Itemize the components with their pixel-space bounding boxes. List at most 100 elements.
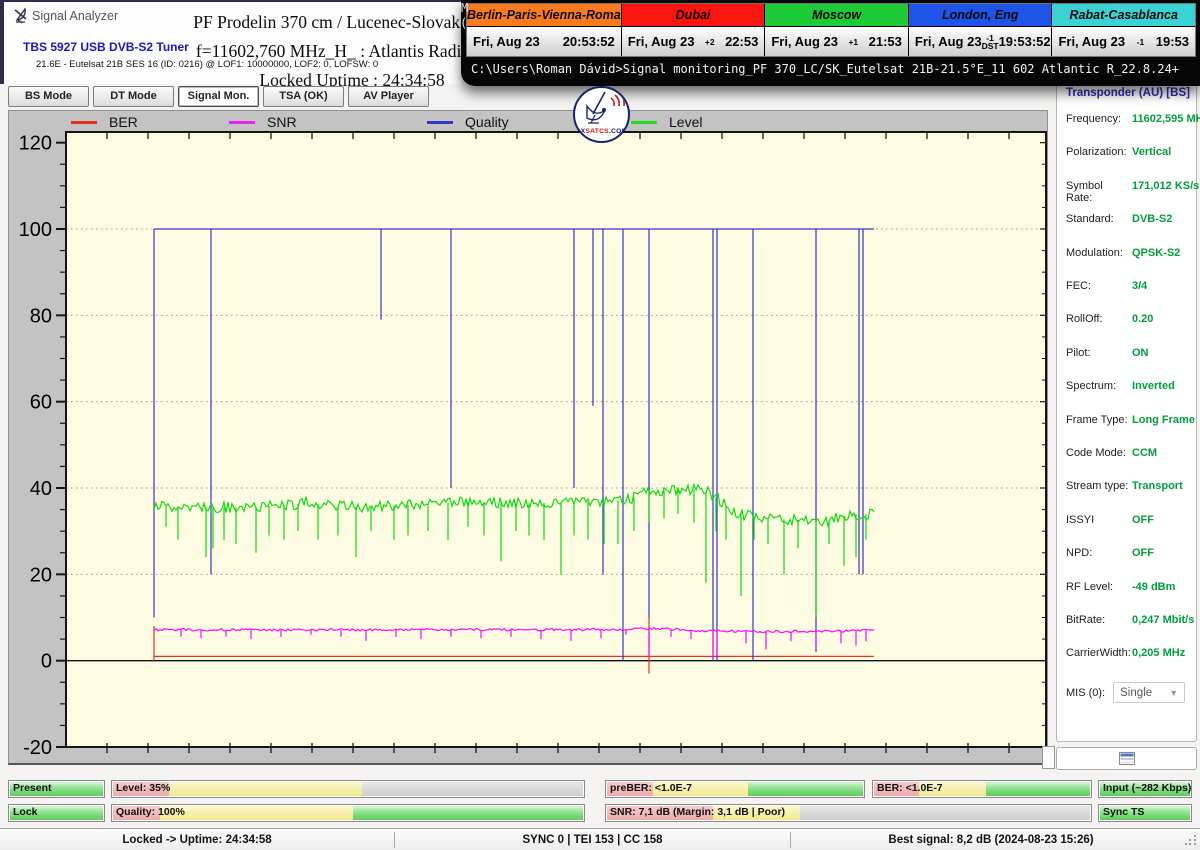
clock-time: 19:53 — [1156, 34, 1189, 49]
tab-bs-mode[interactable]: BS Mode — [8, 86, 89, 107]
clock-utc-offset: +1 — [838, 38, 869, 46]
chevron-down-icon: ▼ — [1169, 688, 1178, 698]
clock-rabat-casablanca: Rabat-CasablancaFri, Aug 23-119:53 — [1052, 4, 1195, 56]
svg-text:80: 80 — [30, 305, 52, 327]
signal-chart: 120100806040200-20 — [9, 111, 1047, 763]
svg-text:-20: -20 — [23, 737, 52, 759]
bar-label: Lock — [13, 806, 38, 818]
tp-value: 0,247 Mbit/s — [1132, 614, 1194, 626]
tp-label: RollOff: — [1066, 313, 1132, 325]
mis-dropdown[interactable]: Single ▼ — [1113, 682, 1185, 703]
dish-drawing-icon — [575, 88, 628, 128]
tp-label: Frame Type: — [1066, 414, 1132, 426]
tp-label: Frequency: — [1066, 113, 1132, 125]
tp-label: Standard: — [1066, 213, 1132, 225]
tp-row-frequency-: Frequency:11602,595 MHz — [1066, 113, 1191, 125]
tp-row-standard-: Standard:DVB-S2 — [1066, 213, 1191, 225]
tp-value: 0.20 — [1132, 313, 1191, 325]
clock-time: 19:53:52 — [999, 34, 1051, 49]
tp-label: Spectrum: — [1066, 380, 1132, 392]
tp-row-modulation-: Modulation:QPSK-S2 — [1066, 247, 1191, 259]
clock-city: London, Eng — [909, 4, 1052, 27]
world-clock-panel: Berlin-Paris-Vienna-Roma Fri, Aug 23 20:53… — [466, 3, 1196, 57]
hidden-text-fragment: ( — [460, 16, 467, 30]
clock-city: Dubai — [622, 4, 765, 27]
tp-row-fec-: FEC:3/4 — [1066, 280, 1191, 292]
mis-value: Single — [1120, 687, 1152, 699]
stream-info-button[interactable] — [1056, 747, 1197, 770]
bar-segment-green — [748, 782, 863, 796]
tp-value: DVB-S2 — [1132, 213, 1191, 225]
bar-fill — [113, 782, 583, 796]
tp-row-stream-type-: Stream type:Transport — [1066, 480, 1191, 492]
tp-row-carrierwidth-: CarrierWidth:0,205 MHz — [1066, 647, 1191, 659]
transponder-info-panel: Transponder (AU) [BS] Frequency:11602,59… — [1056, 78, 1197, 742]
statusbar: Locked -> Uptime: 24:34:58 SYNC 0 | TEI … — [0, 828, 1200, 850]
tp-value: OFF — [1132, 514, 1191, 526]
bar-snr-7-1-db-margin-3-1-db: SNR: 7,1 dB (Margin: 3,1 dB | Poor) — [605, 804, 1092, 822]
clock-city: Berlin-Paris-Vienna-Roma — [467, 4, 621, 27]
bar-input-282-kbps-: Input (~282 Kbps) — [1098, 780, 1192, 798]
tp-value: 0,205 MHz — [1132, 647, 1191, 659]
bar-ber-1-0e-7: BER: <1.0E-7 — [872, 780, 1092, 798]
tab-signal-mon-[interactable]: Signal Mon. — [178, 86, 259, 107]
console-prompt: C:\Users\Roman Dávid>Signal monitoring_P… — [471, 62, 1179, 76]
tab-dt-mode[interactable]: DT Mode — [93, 86, 174, 107]
caption-line2: f=11602,760 MHz_H_ : Atlantis Radio — [192, 37, 474, 66]
clock-dubai: DubaiFri, Aug 23+222:53 — [622, 4, 766, 56]
tp-label: RF Level: — [1066, 581, 1132, 593]
tp-label: Stream type: — [1066, 480, 1132, 492]
satellite-dish-icon — [13, 7, 30, 24]
bar-segment-green — [353, 806, 583, 820]
tp-row-polarization-: Polarization:Vertical — [1066, 146, 1191, 158]
bar-level-35-: Level: 35% — [111, 780, 585, 798]
tp-value: -49 dBm — [1132, 581, 1191, 593]
bar-preber-1-0e-7: preBER: <1.0E-7 — [605, 780, 865, 798]
bar-segment-yellow — [169, 782, 362, 796]
tp-label: Polarization: — [1066, 146, 1132, 158]
bar-label: Input (~282 Kbps) — [1103, 782, 1191, 794]
caption-line1: PF Prodelin 370 cm / Lucenec-Slovakia — [192, 8, 474, 37]
tab-tsa-ok-[interactable]: TSA (OK) — [263, 86, 344, 107]
dxsatcs-logo: DXSATCS.COM — [573, 86, 630, 143]
clock-utc-offset: -1DST — [982, 34, 999, 50]
svg-text:40: 40 — [30, 478, 52, 500]
tuner-name: TBS 5927 USB DVB-S2 Tuner — [23, 40, 189, 54]
statusbar-uptime: Locked -> Uptime: 24:34:58 — [0, 829, 394, 850]
bar-segment-gray — [800, 806, 1090, 820]
tp-value: CCM — [1132, 447, 1191, 459]
svg-text:0: 0 — [41, 651, 52, 673]
tab-av-player[interactable]: AV Player — [348, 86, 429, 107]
window-list-icon — [1119, 752, 1135, 765]
tp-label: BitRate: — [1066, 614, 1132, 626]
clock-moscow: MoscowFri, Aug 23+121:53 — [765, 4, 909, 56]
tp-label: NPD: — [1066, 547, 1132, 559]
tp-row-pilot-: Pilot:ON — [1066, 347, 1191, 359]
bar-lock: Lock — [8, 804, 105, 822]
clock-date: Fri, Aug 23 — [473, 34, 540, 49]
bar-label: Present — [13, 782, 52, 794]
tp-label: FEC: — [1066, 280, 1132, 292]
bar-segment-gray — [362, 782, 583, 796]
bar-label: Sync TS — [1103, 806, 1144, 818]
clock-date: Fri, Aug 23 — [771, 34, 838, 49]
app-window: Signal Analyzer TBS 5927 USB DVB-S2 Tune… — [0, 0, 1200, 850]
clock-city: Moscow — [765, 4, 908, 27]
bar-quality-100-: Quality: 100% — [111, 804, 585, 822]
clock-utc-offset: -1 — [1125, 38, 1156, 46]
tp-label: Code Mode: — [1066, 447, 1132, 459]
resize-grip[interactable] — [1185, 835, 1198, 848]
tp-value: Vertical — [1132, 146, 1191, 158]
tp-row-npd-: NPD:OFF — [1066, 547, 1191, 559]
clock-london-eng: London, EngFri, Aug 23-1DST19:53:52 — [909, 4, 1053, 56]
svg-text:100: 100 — [19, 219, 52, 241]
tp-row-rolloff-: RollOff:0.20 — [1066, 313, 1191, 325]
clock-time: 20:53:52 — [563, 34, 615, 49]
tp-label: Pilot: — [1066, 347, 1132, 359]
bar-segment-green — [986, 782, 1090, 796]
logo-text: DXSATCS.COM — [575, 128, 628, 135]
clock-time-row: Fri, Aug 23 20:53:52 — [467, 27, 621, 56]
statusbar-best-signal: Best signal: 8,2 dB (2024-08-23 15:26) — [791, 829, 1191, 850]
tp-value: QPSK-S2 — [1132, 247, 1191, 259]
mis-label: MIS (0): — [1066, 687, 1105, 699]
